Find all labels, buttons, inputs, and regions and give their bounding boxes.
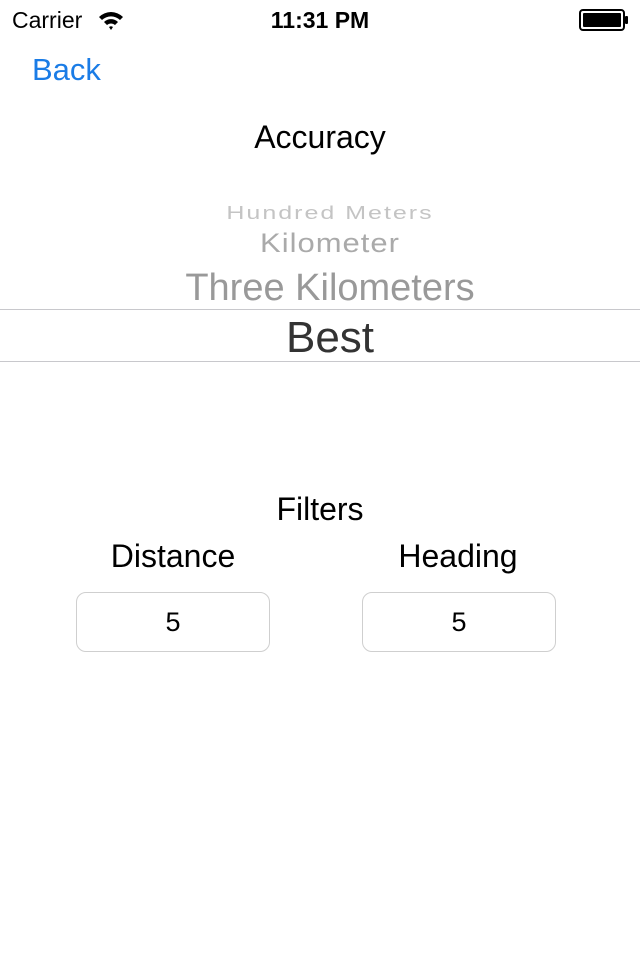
picker-option-kilometer[interactable]: Kilometer bbox=[10, 227, 640, 259]
back-button[interactable]: Back bbox=[32, 52, 101, 88]
battery-icon bbox=[579, 9, 628, 31]
distance-label: Distance bbox=[110, 538, 236, 574]
heading-input[interactable] bbox=[362, 592, 556, 652]
heading-label: Heading bbox=[398, 538, 518, 574]
accuracy-picker[interactable]: Hundred Meters Kilometer Three Kilometer… bbox=[0, 185, 640, 425]
picker-selection-bottom-line bbox=[0, 361, 640, 362]
picker-selection-top-line bbox=[0, 309, 640, 310]
status-bar: Carrier 11:31 PM bbox=[0, 0, 640, 40]
accuracy-title: Accuracy bbox=[254, 119, 386, 155]
picker-option-selected[interactable]: Best bbox=[10, 314, 640, 362]
distance-input[interactable] bbox=[76, 592, 270, 652]
picker-option-three-kilometers[interactable]: Three Kilometers bbox=[10, 267, 640, 309]
filters-title: Filters bbox=[276, 491, 364, 527]
picker-option-hundred-meters[interactable]: Hundred Meters bbox=[10, 204, 640, 223]
status-time: 11:31 PM bbox=[270, 7, 370, 33]
